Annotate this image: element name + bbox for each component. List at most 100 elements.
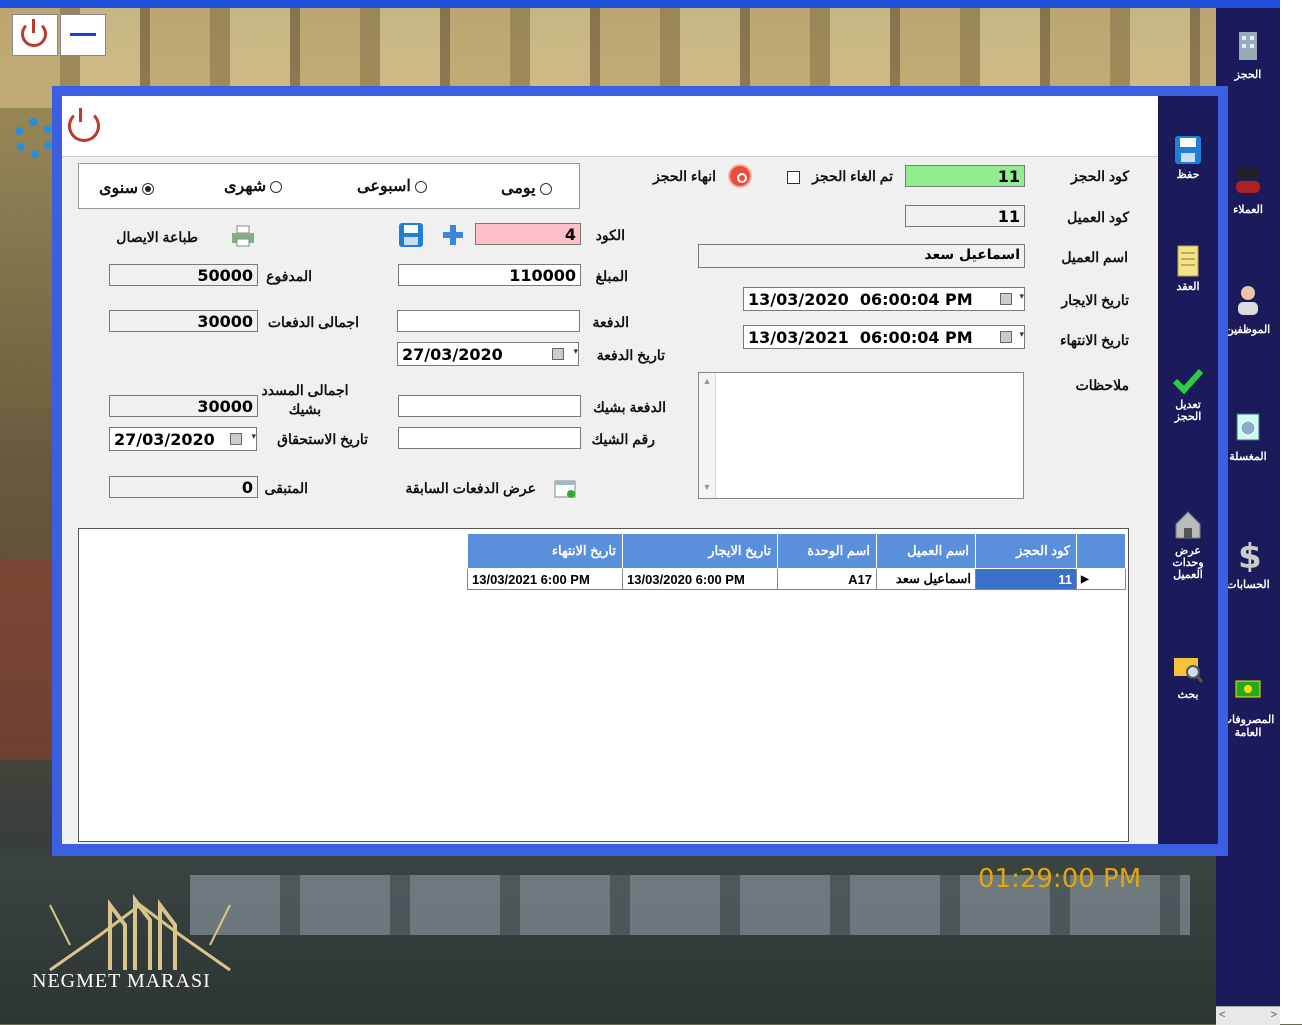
power-button[interactable]: [12, 14, 58, 56]
table-row[interactable]: ▶ 11 اسماعيل سعد A17 13/03/2020 6:00 PM …: [467, 568, 1126, 590]
bookings-grid[interactable]: كود الحجز اسم العميل اسم الوحدة تاريخ ال…: [78, 528, 1129, 842]
sidebar-item-booking[interactable]: الحجز: [1216, 28, 1280, 81]
client-name-field[interactable]: اسماعيل سعد: [698, 244, 1025, 268]
booking-code-field[interactable]: 11: [905, 165, 1025, 187]
prev-payments-button[interactable]: [553, 478, 579, 500]
close-power-button[interactable]: [68, 108, 102, 144]
notes-label: ملاحظات: [1075, 377, 1129, 393]
dollar-icon: $: [1238, 538, 1262, 572]
edit-booking-button[interactable]: تعديل الحجز: [1158, 366, 1218, 423]
end-booking-button[interactable]: [728, 164, 752, 188]
client-code-field[interactable]: 11: [905, 205, 1025, 227]
scroll-right-icon[interactable]: >: [1271, 1009, 1277, 1021]
payment-date-label: تاريخ الدفعة: [596, 347, 665, 363]
radio-circle[interactable]: [270, 180, 283, 193]
rent-date-label: تاريخ الايجار: [1061, 292, 1129, 308]
due-date-label: تاريخ الاستحقاق: [277, 431, 368, 447]
remaining-label: المتبقى: [264, 480, 308, 496]
svg-text:$: $: [1238, 538, 1262, 572]
cancel-checkbox-box[interactable]: [787, 170, 801, 184]
total-check-field[interactable]: 30000: [109, 395, 258, 417]
search-button[interactable]: بحث: [1158, 652, 1218, 701]
payment-date-value: 27/03/2020: [402, 345, 503, 364]
period-yearly-radio[interactable]: سنوى: [99, 178, 158, 198]
booking-code-label: كود الحجز: [1071, 168, 1129, 184]
add-button[interactable]: [441, 223, 465, 247]
save-button[interactable]: حفظ: [1158, 134, 1218, 181]
notes-scrollbar[interactable]: ▲ ▼: [699, 373, 716, 498]
power-icon: [21, 19, 47, 47]
clock: 01:29:00 PM: [978, 864, 1142, 894]
search-label: بحث: [1177, 689, 1199, 701]
contract-button[interactable]: العقد: [1158, 244, 1218, 293]
radio-circle[interactable]: [142, 182, 155, 195]
horizontal-scrollbar[interactable]: < >: [1216, 1006, 1280, 1025]
remaining-field[interactable]: 0: [109, 476, 258, 498]
top-accent-bar: [0, 0, 1280, 8]
column-header[interactable]: اسم العميل: [876, 533, 976, 569]
column-header[interactable]: تاريخ الايجار: [622, 533, 778, 569]
minimize-button[interactable]: [60, 14, 106, 56]
client-units-button[interactable]: عرض وحدات العميل: [1158, 508, 1218, 581]
cancel-booking-checkbox[interactable]: تم الغاء الحجز: [787, 168, 893, 185]
amount-field[interactable]: 110000: [398, 264, 581, 286]
code-field[interactable]: 4: [475, 223, 581, 245]
paid-field[interactable]: 50000: [109, 264, 258, 286]
table-cell[interactable]: A17: [777, 568, 877, 590]
payment-field[interactable]: [397, 310, 580, 332]
house-icon: [1175, 511, 1201, 539]
search-folder-icon: [1174, 658, 1204, 683]
table-header-row: كود الحجز اسم العميل اسم الوحدة تاريخ ال…: [467, 533, 1126, 569]
row-selector-icon[interactable]: ▶: [1076, 568, 1126, 590]
check-no-label: رقم الشيك: [591, 431, 655, 447]
amount-label: المبلغ: [595, 268, 628, 284]
column-header[interactable]: كود الحجز: [975, 533, 1077, 569]
table-cell[interactable]: 11: [975, 568, 1077, 590]
radio-circle[interactable]: [414, 180, 427, 193]
period-monthly-radio[interactable]: شهرى: [224, 176, 286, 196]
calendar-icon: [1000, 331, 1012, 343]
sidebar-item-label: العملاء: [1233, 204, 1263, 216]
sidebar-item-label: المغسلة: [1229, 451, 1267, 463]
calendar-icon: [230, 433, 242, 445]
payment-date-picker[interactable]: 27/03/2020 ▾: [397, 342, 579, 366]
sidebar-item-label: الحسابات: [1226, 579, 1270, 591]
notes-textarea[interactable]: ▲ ▼: [698, 372, 1024, 499]
client-code-label: كود العميل: [1067, 209, 1129, 225]
save-payment-button[interactable]: [397, 221, 425, 249]
period-daily-radio[interactable]: يومى: [501, 178, 556, 198]
total-payments-field[interactable]: 30000: [109, 310, 258, 332]
rent-date-picker[interactable]: 13/03/2020 06:00:04 PM ▾: [743, 287, 1025, 311]
due-date-picker[interactable]: 27/03/2020 ▾: [109, 427, 257, 451]
row-header-corner: [1076, 533, 1126, 569]
table-cell[interactable]: اسماعيل سعد: [876, 568, 976, 590]
print-receipt-label[interactable]: طباعة الايصال: [116, 229, 198, 246]
table-cell[interactable]: 13/03/2020 6:00 PM: [622, 568, 778, 590]
scroll-left-icon[interactable]: <: [1219, 1009, 1225, 1021]
check-payment-field[interactable]: [398, 395, 581, 417]
checkmark-icon: [1172, 368, 1204, 395]
minimize-icon: [70, 33, 96, 36]
prev-payments-link[interactable]: عرض الدفعات السابقة: [405, 480, 536, 497]
radio-circle[interactable]: [539, 182, 552, 195]
code-label: الكود: [595, 227, 625, 243]
check-no-field[interactable]: [398, 427, 581, 449]
chevron-down-icon: ▾: [1019, 292, 1024, 302]
chevron-down-icon: ▾: [1019, 330, 1024, 340]
window-view-icon: [554, 480, 576, 498]
end-date-picker[interactable]: 13/03/2021 06:00:04 PM ▾: [743, 325, 1025, 349]
column-header[interactable]: اسم الوحدة: [777, 533, 877, 569]
print-button[interactable]: [230, 224, 256, 248]
chevron-down-icon: ▾: [251, 432, 256, 442]
gear-icon[interactable]: [14, 118, 54, 158]
table-cell[interactable]: 13/03/2021 6:00 PM: [467, 568, 623, 590]
cancel-booking-label: تم الغاء الحجز: [812, 168, 893, 184]
floppy-save-icon: [399, 223, 423, 247]
calendar-icon: [1000, 293, 1012, 305]
period-weekly-radio[interactable]: اسبوعى: [357, 176, 431, 196]
end-booking-label: انهاء الحجز: [653, 168, 716, 184]
column-header[interactable]: تاريخ الانتهاء: [467, 533, 623, 569]
booking-nav: حفظ العقد تعديل الحجز عرض وحدات العميل ب…: [1158, 96, 1218, 844]
washing-machine-icon: [1236, 413, 1260, 441]
period-radio-group: يومى اسبوعى شهرى سنوى: [78, 163, 580, 209]
